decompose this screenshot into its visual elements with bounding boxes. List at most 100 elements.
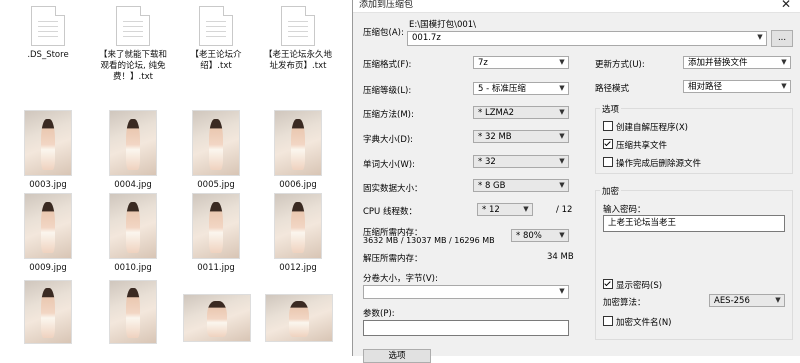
cpu-total: / 12 xyxy=(556,205,573,215)
level-value: 5 - 标准压缩 xyxy=(478,84,526,94)
file-name: 【老王论坛介绍】.txt xyxy=(190,50,242,71)
level-combo[interactable]: 5 - 标准压缩 ▼ xyxy=(473,82,569,95)
encrypt-title: 加密 xyxy=(600,185,622,197)
document-icon xyxy=(31,6,65,46)
word-value: * 32 xyxy=(478,157,496,167)
archive-label: 压缩包(A): xyxy=(363,28,404,38)
dict-label: 字典大小(D): xyxy=(363,135,414,145)
image-thumbnail xyxy=(274,110,322,176)
file-item-image[interactable] xyxy=(98,280,168,344)
solid-combo[interactable]: * 8 GB ▼ xyxy=(473,179,569,192)
file-item-image[interactable] xyxy=(263,294,335,342)
image-thumbnail xyxy=(265,294,333,342)
image-thumbnail xyxy=(109,110,157,176)
dialog-title: 添加到压缩包 xyxy=(359,0,414,10)
solid-label: 固实数据大小： xyxy=(363,184,423,194)
mem-percent-value: * 80% xyxy=(516,231,542,241)
chevron-down-icon: ▼ xyxy=(559,132,565,140)
file-name: 0010.jpg xyxy=(114,263,152,273)
delete-after-checkbox[interactable]: 操作完成后删除源文件 xyxy=(603,157,701,169)
person-figure xyxy=(289,300,309,338)
method-value: * LZMA2 xyxy=(478,108,515,118)
chevron-down-icon: ▼ xyxy=(559,84,565,92)
enc-method-combo[interactable]: AES-256 ▼ xyxy=(709,294,785,307)
ok-button[interactable]: 选项 xyxy=(363,349,431,363)
file-item-image[interactable] xyxy=(181,294,253,342)
file-item-document[interactable]: 【老王论坛永久地址发布页】.txt xyxy=(263,4,333,72)
method-label: 压缩方法(M): xyxy=(363,110,414,120)
file-item-image[interactable]: 0012.jpg xyxy=(263,193,333,274)
chevron-down-icon: ▼ xyxy=(757,33,763,41)
file-item-image[interactable]: 0004.jpg xyxy=(98,110,168,191)
checkbox-icon xyxy=(603,316,613,326)
path-value: 相对路径 xyxy=(688,82,723,92)
file-item-image[interactable]: 0003.jpg xyxy=(13,110,83,191)
word-combo[interactable]: * 32 ▼ xyxy=(473,155,569,168)
cpu-label: CPU 线程数： xyxy=(363,207,417,217)
chevron-down-icon: ▼ xyxy=(559,181,565,189)
encrypt-names-checkbox[interactable]: 加密文件名(N) xyxy=(603,316,672,328)
sfx-label: 创建自解压程序(X) xyxy=(616,123,688,133)
document-icon xyxy=(116,6,150,46)
image-thumbnail xyxy=(109,280,157,344)
chevron-down-icon: ▼ xyxy=(523,205,529,213)
file-item-image[interactable]: 0006.jpg xyxy=(263,110,333,191)
chevron-down-icon: ▼ xyxy=(559,231,565,239)
chevron-down-icon: ▼ xyxy=(559,157,565,165)
person-figure xyxy=(291,201,305,253)
options-title: 选项 xyxy=(600,103,622,115)
decomp-label: 解压所需内存： xyxy=(363,254,423,264)
chevron-down-icon: ▼ xyxy=(559,287,565,295)
cpu-value: * 12 xyxy=(482,205,500,215)
image-thumbnail xyxy=(192,110,240,176)
browse-button[interactable]: ... xyxy=(771,30,793,47)
params-label: 参数(P): xyxy=(363,309,395,319)
close-icon[interactable]: ✕ xyxy=(781,0,791,11)
solid-value: * 8 GB xyxy=(478,181,506,191)
checkbox-icon xyxy=(603,121,613,131)
file-item-image[interactable]: 0010.jpg xyxy=(98,193,168,274)
format-combo[interactable]: 7z ▼ xyxy=(473,56,569,69)
file-item-image[interactable]: 0011.jpg xyxy=(181,193,251,274)
shared-files-checkbox[interactable]: 压缩共享文件 xyxy=(603,139,667,151)
sfx-checkbox[interactable]: 创建自解压程序(X) xyxy=(603,121,688,133)
person-figure xyxy=(207,300,227,338)
password-input[interactable]: 上老王论坛当老王 xyxy=(603,215,785,232)
file-name: 0011.jpg xyxy=(197,263,235,273)
show-password-checkbox[interactable]: 显示密码(S) xyxy=(603,279,662,291)
person-figure xyxy=(126,118,140,170)
level-label: 压缩等级(L): xyxy=(363,86,412,96)
word-label: 单词大小(W): xyxy=(363,160,415,170)
delete-after-label: 操作完成后删除源文件 xyxy=(616,159,702,169)
file-item-document[interactable]: 【来了就能下载和观看的论坛, 纯免费！】.txt xyxy=(98,4,168,83)
encrypt-names-label: 加密文件名(N) xyxy=(616,318,672,328)
format-value: 7z xyxy=(478,58,488,68)
file-name: 0003.jpg xyxy=(29,180,67,190)
image-thumbnail xyxy=(24,193,72,259)
chevron-down-icon: ▼ xyxy=(781,82,787,90)
path-combo[interactable]: 相对路径 ▼ xyxy=(683,80,791,93)
file-name: 0004.jpg xyxy=(114,180,152,190)
person-figure xyxy=(41,201,55,253)
update-combo[interactable]: 添加并替换文件 ▼ xyxy=(683,56,791,69)
method-combo[interactable]: * LZMA2 ▼ xyxy=(473,106,569,119)
file-item-image[interactable]: 0005.jpg xyxy=(181,110,251,191)
file-item-image[interactable] xyxy=(13,280,83,344)
chevron-down-icon: ▼ xyxy=(775,296,781,304)
mem-percent-combo[interactable]: * 80% ▼ xyxy=(511,229,569,242)
format-label: 压缩格式(F): xyxy=(363,60,412,70)
file-name: 0005.jpg xyxy=(197,180,235,190)
document-icon xyxy=(281,6,315,46)
file-item-document[interactable]: 【老王论坛介绍】.txt xyxy=(181,4,251,72)
dict-combo[interactable]: * 32 MB ▼ xyxy=(473,130,569,143)
file-item-image[interactable]: 0009.jpg xyxy=(13,193,83,274)
params-input[interactable] xyxy=(363,320,569,336)
split-label: 分卷大小，字节(V): xyxy=(363,274,438,284)
file-name: 【来了就能下载和观看的论坛, 纯免费！】.txt xyxy=(98,50,167,82)
file-name: 0012.jpg xyxy=(279,263,317,273)
cpu-combo[interactable]: * 12 ▼ xyxy=(477,203,533,216)
file-item-document[interactable]: .DS_Store xyxy=(13,4,83,61)
archive-name-combo[interactable]: 001.7z ▼ xyxy=(407,31,767,46)
person-figure xyxy=(126,201,140,253)
split-combo[interactable]: ▼ xyxy=(363,285,569,299)
